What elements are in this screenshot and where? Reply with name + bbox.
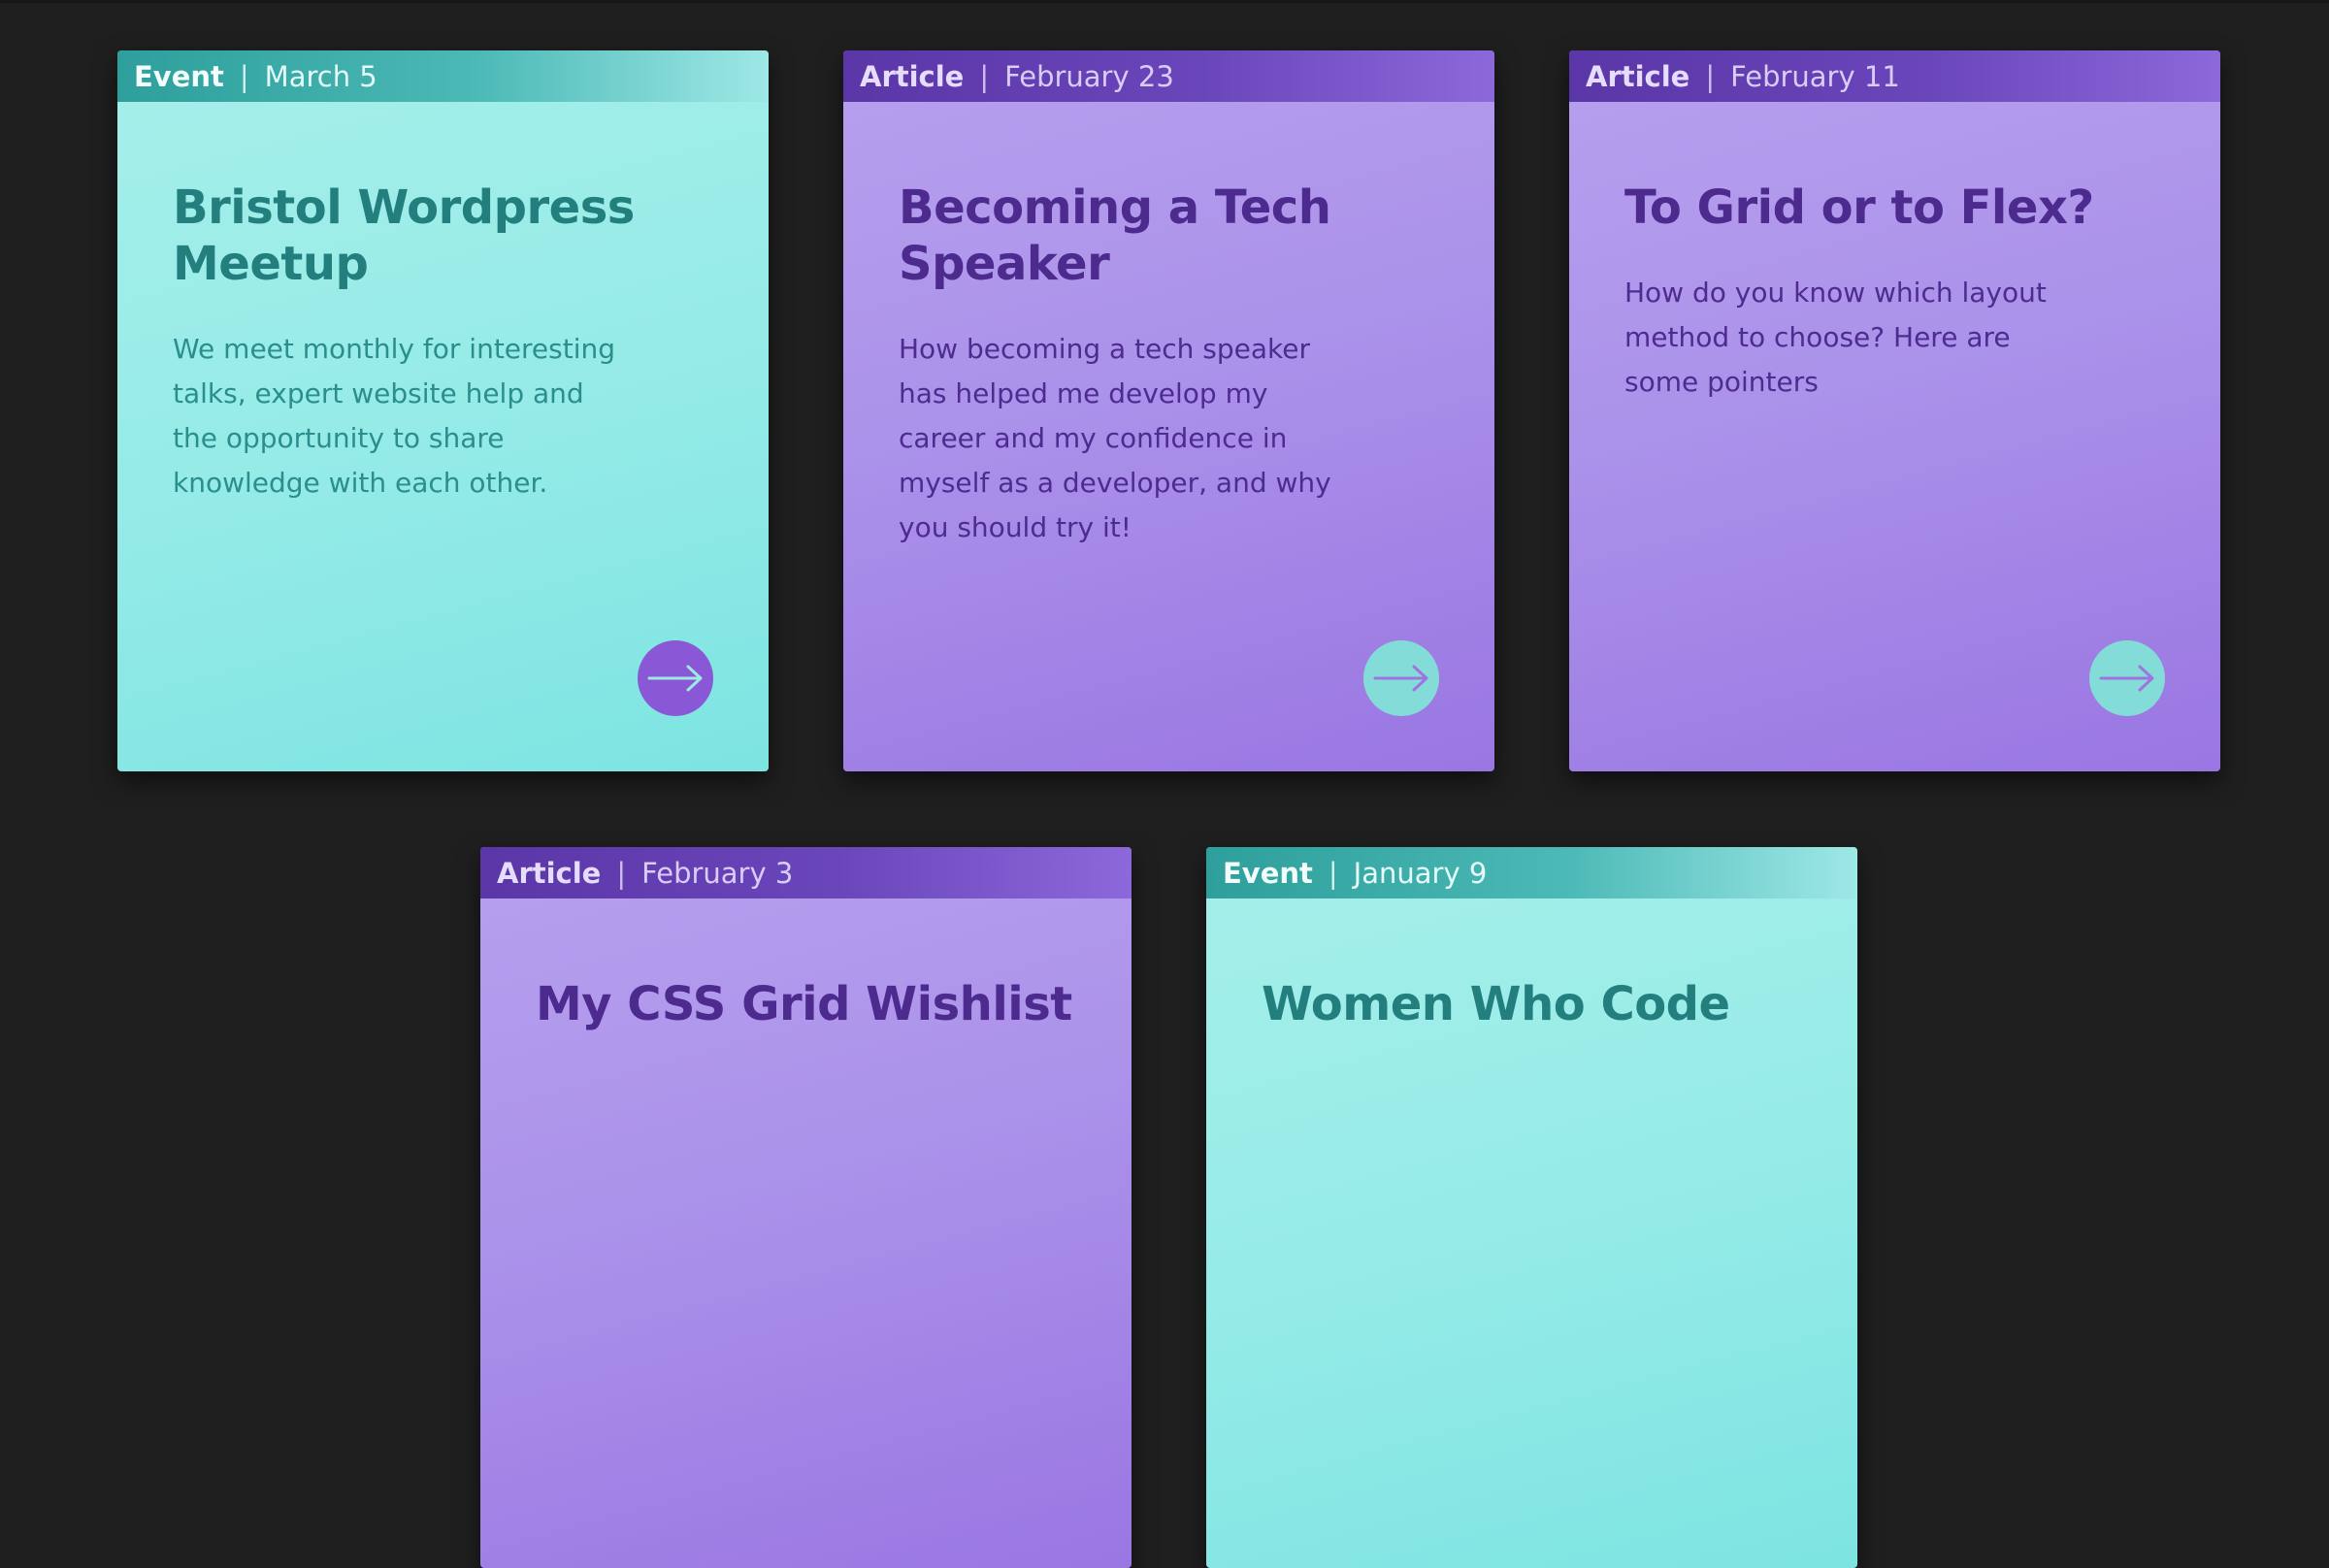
card-date: February 23	[1004, 59, 1174, 93]
card-description: How becoming a tech speaker has helped m…	[899, 333, 1331, 543]
card-header: Article | February 23	[843, 50, 1494, 102]
card-title[interactable]: Women Who Code	[1262, 976, 1803, 1032]
arrow-right-icon	[2099, 665, 2154, 692]
card-body: Women Who Code	[1206, 898, 1857, 1032]
card-title[interactable]: Bristol Wordpress Meetup	[173, 180, 714, 292]
card-header: Event | January 9	[1206, 847, 1857, 898]
card-to-grid-or-to-flex[interactable]: Article | February 11 To Grid or to Flex…	[1569, 50, 2220, 771]
card-title[interactable]: Becoming a Tech Speaker	[899, 180, 1440, 292]
card-separator: |	[239, 59, 249, 93]
card-women-who-code[interactable]: Event | January 9 Women Who Code	[1206, 847, 1857, 1568]
card-date: February 11	[1730, 59, 1900, 93]
arrow-right-icon	[647, 665, 703, 692]
arrow-right-icon	[1373, 665, 1428, 692]
card-type-label: Event	[134, 59, 224, 93]
card-description: We meet monthly for interesting talks, e…	[173, 333, 616, 499]
card-type-label: Event	[1223, 856, 1313, 890]
card-body: My CSS Grid Wishlist	[480, 898, 1132, 1032]
card-separator: |	[979, 59, 990, 93]
card-title[interactable]: My CSS Grid Wishlist	[536, 976, 1077, 1032]
card-becoming-a-tech-speaker[interactable]: Article | February 23 Becoming a Tech Sp…	[843, 50, 1494, 771]
card-my-css-grid-wishlist[interactable]: Article | February 3 My CSS Grid Wishlis…	[480, 847, 1132, 1568]
card-header: Article | February 3	[480, 847, 1132, 898]
card-body: To Grid or to Flex? How do you know whic…	[1569, 102, 2220, 405]
card-separator: |	[1705, 59, 1716, 93]
card-date: January 9	[1353, 856, 1488, 890]
card-body: Becoming a Tech Speaker How becoming a t…	[843, 102, 1494, 550]
card-type-label: Article	[1586, 59, 1690, 93]
card-description: How do you know which layout method to c…	[1624, 277, 2047, 398]
card-body: Bristol Wordpress Meetup We meet monthly…	[117, 102, 769, 506]
card-separator: |	[616, 856, 627, 890]
card-date: March 5	[264, 59, 377, 93]
read-more-button[interactable]	[1363, 640, 1439, 716]
card-title[interactable]: To Grid or to Flex?	[1624, 180, 2166, 236]
card-grid: Event | March 5 Bristol Wordpress Meetup…	[0, 0, 2329, 1568]
card-date: February 3	[641, 856, 794, 890]
card-header: Event | March 5	[117, 50, 769, 102]
card-separator: |	[1328, 856, 1338, 890]
read-more-button[interactable]	[2089, 640, 2165, 716]
card-header: Article | February 11	[1569, 50, 2220, 102]
card-type-label: Article	[860, 59, 965, 93]
card-type-label: Article	[497, 856, 602, 890]
card-bristol-wordpress-meetup[interactable]: Event | March 5 Bristol Wordpress Meetup…	[117, 50, 769, 771]
read-more-button[interactable]	[638, 640, 713, 716]
